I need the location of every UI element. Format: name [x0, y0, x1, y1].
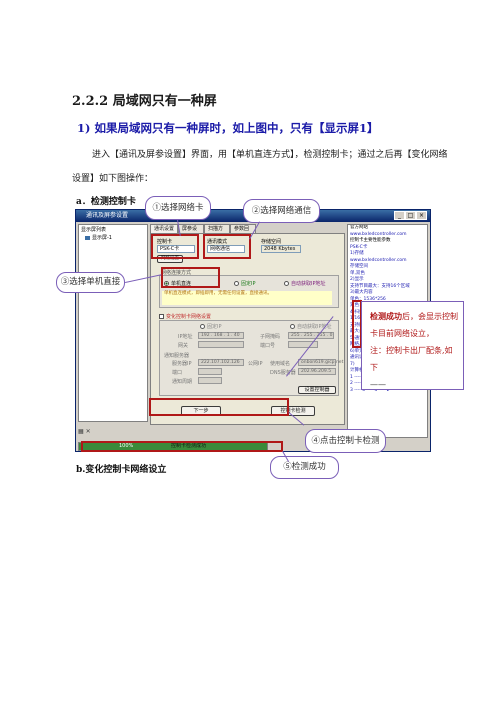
set-controller-button[interactable]: 设置控制器 — [298, 386, 336, 394]
subnet-input[interactable]: 255 . 255 . 255 . 0 — [288, 332, 334, 339]
direct-mode-note: 单机直连模式，即插即用，无需任何设置，直接通讯。 — [162, 291, 332, 305]
gateway-label: 网关 — [178, 343, 189, 349]
change-net-checkbox[interactable]: 变化控制卡网络设置 — [159, 313, 211, 320]
domain-label: 使用域名 — [270, 361, 291, 367]
callout-select-direct: ③选择单机直接 — [56, 272, 125, 293]
paragraph-line-2: 设置】如下图操作： — [72, 174, 154, 184]
callout-select-network-card: ①选择网络卡 — [145, 196, 211, 220]
radio-auto-ip[interactable]: 自动获取IP地址 — [284, 280, 326, 287]
add-screen-icon[interactable]: ▦ — [78, 428, 84, 435]
tab-comm-settings[interactable]: 通讯设置 — [150, 224, 178, 233]
highlight-progress — [81, 441, 283, 452]
domain-input[interactable]: onbon619.gicp.net — [298, 359, 343, 366]
radio-off-icon — [284, 281, 289, 286]
screen-list-item-label: 显示屏-1 — [92, 235, 112, 241]
radio-fixed-ip-2[interactable]: 固定IP — [200, 323, 222, 330]
note-line-4: —— — [370, 380, 386, 389]
note-line-1: 检测成功后，会显示控制 — [370, 308, 459, 325]
storage-value: 2048 Kbytes — [261, 245, 301, 253]
tab-scan-mode[interactable]: 扫描方式 — [204, 224, 230, 241]
detection-success-note: 检测成功后，会显示控制 卡目前网络设立， 注：控制卡出厂配条,如下 —— — [361, 301, 464, 390]
fixed-ip-2-label: 固定IP — [207, 324, 222, 330]
radio-off-icon — [290, 324, 295, 329]
note-line-3: 注：控制卡出厂配条,如下 — [370, 346, 453, 372]
radio-fixed-label: 固定IP — [241, 281, 256, 287]
section-heading: 2.2.2 局域网只有一种屏 — [72, 94, 217, 109]
screen-list-header: 显示屏列表 — [81, 227, 107, 233]
list-toolbar: ▦ ✕ — [78, 428, 100, 436]
server-port-label: 端口 — [172, 370, 183, 376]
callout-select-network-comm: ②选择网络通信 — [243, 199, 320, 223]
paragraph-line-1: 进入【通讯及屏参设置】界面，用【单机直连方式】，检测控制卡；通过之后再【变化网络 — [92, 150, 448, 160]
monitor-icon — [85, 235, 90, 240]
ip-label: IP地址 — [178, 334, 193, 340]
subheading-a: a．检测控制卡 — [76, 197, 136, 207]
note-line-1-rest: 后，会显示控制 — [402, 312, 458, 321]
screen-list-item[interactable]: 显示屏-1 — [85, 234, 112, 241]
note-line-2: 卡目前网络设立， — [370, 329, 434, 338]
checkbox-icon — [159, 314, 164, 319]
delete-screen-icon[interactable]: ✕ — [86, 428, 91, 435]
close-icon[interactable]: × — [416, 211, 427, 220]
server-ip-input[interactable]: 222.107.102.126 — [198, 359, 244, 366]
highlight-direct-radio — [161, 267, 220, 288]
maximize-icon[interactable]: □ — [405, 211, 416, 220]
tab-screen-params[interactable]: 屏参设置 — [178, 224, 204, 241]
screen-list-panel: 显示屏列表 显示屏-1 — [78, 224, 148, 422]
change-net-group: 固定IP 自动获取IP地址 IP地址 192 . 168 . 1 . 40 子网… — [159, 320, 343, 396]
gateway-input[interactable] — [198, 341, 244, 348]
radio-auto-label: 自动获取IP地址 — [291, 281, 326, 287]
public-ip-label: 公网IP — [248, 361, 263, 367]
server-checkbox[interactable]: 通知服务器 — [164, 352, 189, 359]
highlight-check-button — [149, 398, 289, 416]
radio-off-icon — [200, 324, 205, 329]
item-1-heading: 1) 如果局域网只有一种屏时，如上图中，只有【显示屏1】 — [77, 121, 379, 135]
notify-cycle-label: 通知周期 — [172, 379, 193, 385]
highlight-comm-mode — [203, 234, 251, 259]
server-ip-label: 服务器IP — [172, 361, 192, 367]
minimize-icon[interactable]: _ — [394, 211, 405, 220]
subnet-label: 子网掩码 — [260, 334, 281, 340]
highlight-controller — [151, 234, 199, 259]
radio-fixed-ip[interactable]: 固定IP — [234, 280, 256, 287]
port-label: 端口号 — [260, 343, 276, 349]
note-title: 检测成功 — [370, 311, 402, 321]
dns-input[interactable]: 202.96.209.5 — [298, 368, 336, 375]
storage-label: 存储空间 — [261, 239, 282, 245]
callout-click-check: ④点击控制卡检测 — [305, 429, 386, 453]
notify-cycle-input[interactable] — [198, 377, 222, 384]
callout-check-success: ⑤检测成功 — [270, 456, 339, 479]
server-port-input[interactable] — [198, 368, 222, 375]
radio-off-icon — [234, 281, 239, 286]
ip-input[interactable]: 192 . 168 . 1 . 40 — [198, 332, 244, 339]
subheading-b: b.变化控制卡网络设立 — [76, 465, 167, 475]
comm-settings-panel: 控制卡 PSK-C卡 通讯模式 网络通信 存储空间 2048 Kbytes 网络… — [150, 233, 345, 425]
